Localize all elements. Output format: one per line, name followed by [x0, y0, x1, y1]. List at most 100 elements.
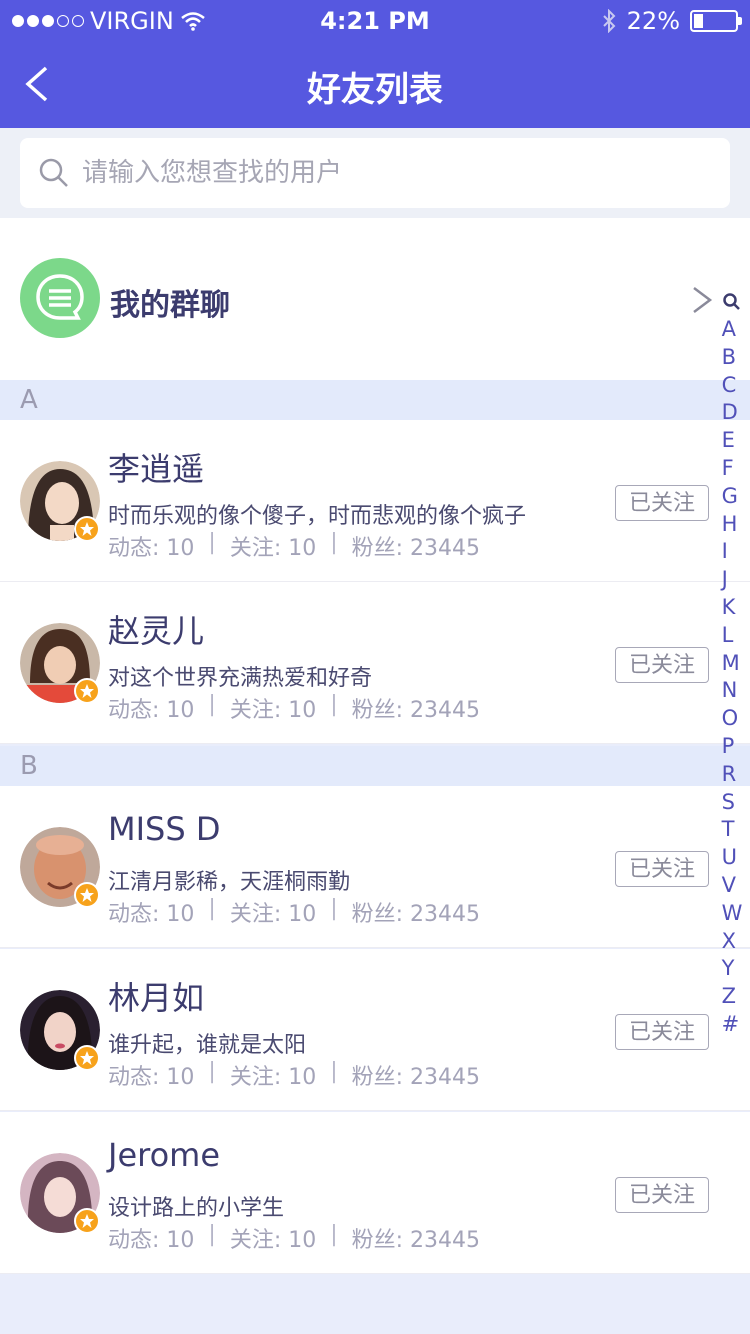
index-letter[interactable]: R: [722, 761, 743, 789]
index-letter[interactable]: E: [722, 427, 743, 455]
index-letter[interactable]: P: [722, 733, 743, 761]
search-index-icon[interactable]: [722, 292, 742, 312]
divider: |: [330, 1222, 338, 1247]
followed-button[interactable]: 已关注: [615, 485, 709, 521]
star-badge-icon: [74, 882, 100, 908]
index-letter[interactable]: L: [722, 622, 743, 650]
divider: |: [330, 530, 338, 555]
search-box[interactable]: [20, 138, 730, 208]
following-count: 关注: 10: [229, 1228, 317, 1253]
posts-count: 动态: 10: [108, 902, 195, 927]
section-header-b: B: [0, 746, 750, 786]
friend-bio: 谁升起，谁就是太阳: [108, 1033, 307, 1058]
group-chat-row[interactable]: 我的群聊: [0, 218, 750, 380]
divider: |: [330, 692, 338, 717]
followed-button[interactable]: 已关注: [615, 647, 709, 683]
followed-button[interactable]: 已关注: [615, 1014, 709, 1050]
friend-name: 李逍遥: [108, 450, 205, 488]
fans-count: 粉丝: 23445: [351, 1065, 481, 1090]
fans-count: 粉丝: 23445: [351, 1228, 481, 1253]
battery-percent: 22%: [626, 7, 680, 35]
index-letter[interactable]: Z: [722, 983, 743, 1011]
page-title: 好友列表: [307, 70, 443, 110]
divider: |: [208, 1222, 216, 1247]
group-chat-icon: [20, 258, 100, 338]
index-letter[interactable]: U: [722, 844, 743, 872]
index-letter-list: A B C D E F G H I J K L M N O P R S T U V W X Y Z #: [722, 316, 743, 1039]
status-bar: VIRGIN 4:21 PM 22%: [0, 0, 750, 40]
index-letter[interactable]: B: [722, 344, 743, 372]
star-badge-icon: [74, 1208, 100, 1234]
friend-name: Jerome: [108, 1136, 221, 1174]
posts-count: 动态: 10: [108, 1065, 195, 1090]
system-indicators: 22%: [601, 7, 742, 35]
fans-count: 粉丝: 23445: [351, 902, 481, 927]
index-letter[interactable]: F: [722, 455, 743, 483]
index-letter[interactable]: N: [722, 677, 743, 705]
following-count: 关注: 10: [229, 902, 317, 927]
divider: |: [208, 896, 216, 921]
alphabet-index[interactable]: A B C D E F G H I J K L M N O P R S T U V W X Y Z #: [718, 292, 746, 1039]
index-letter[interactable]: G: [722, 483, 743, 511]
divider: |: [208, 1059, 216, 1084]
index-letter[interactable]: D: [722, 399, 743, 427]
divider: |: [330, 896, 338, 921]
friend-row[interactable]: Jerome 设计路上的小学生 动态: 10 | 关注: 10 | 粉丝: 23…: [0, 1112, 750, 1274]
star-badge-icon: [74, 516, 100, 542]
fans-count: 粉丝: 23445: [351, 698, 481, 723]
index-letter[interactable]: I: [722, 538, 743, 566]
divider: |: [208, 530, 216, 555]
index-letter[interactable]: #: [722, 1011, 743, 1039]
index-letter[interactable]: X: [722, 928, 743, 956]
battery-icon: [690, 10, 742, 32]
index-letter[interactable]: A: [722, 316, 743, 344]
index-letter[interactable]: Y: [722, 955, 743, 983]
index-letter[interactable]: H: [722, 511, 743, 539]
friend-row[interactable]: 赵灵儿 对这个世界充满热爱和好奇 动态: 10 | 关注: 10 | 粉丝: 2…: [0, 582, 750, 744]
friend-stats: 动态: 10 | 关注: 10 | 粉丝: 23445: [108, 1222, 480, 1254]
friend-name: MISS D: [108, 810, 221, 848]
friend-stats: 动态: 10 | 关注: 10 | 粉丝: 23445: [108, 530, 480, 562]
posts-count: 动态: 10: [108, 698, 195, 723]
nav-bar: 好友列表: [0, 40, 750, 128]
followed-button[interactable]: 已关注: [615, 1177, 709, 1213]
fans-count: 粉丝: 23445: [351, 536, 481, 561]
bluetooth-icon: [602, 9, 616, 33]
posts-count: 动态: 10: [108, 536, 195, 561]
friend-row[interactable]: MISS D 江清月影稀，天涯桐雨勤 动态: 10 | 关注: 10 | 粉丝:…: [0, 786, 750, 948]
friend-bio: 对这个世界充满热爱和好奇: [108, 666, 373, 691]
group-chat-label: 我的群聊: [110, 288, 230, 323]
index-letter[interactable]: V: [722, 872, 743, 900]
friend-name: 赵灵儿: [108, 612, 205, 650]
search-bar-container: [0, 128, 750, 218]
star-badge-icon: [74, 678, 100, 704]
friend-name: 林月如: [108, 979, 205, 1017]
friend-stats: 动态: 10 | 关注: 10 | 粉丝: 23445: [108, 692, 480, 724]
index-letter[interactable]: C: [722, 372, 743, 400]
index-letter[interactable]: K: [722, 594, 743, 622]
index-letter[interactable]: J: [722, 566, 743, 594]
index-letter[interactable]: M: [722, 650, 743, 678]
friend-row[interactable]: 林月如 谁升起，谁就是太阳 动态: 10 | 关注: 10 | 粉丝: 2344…: [0, 949, 750, 1111]
divider: |: [330, 1059, 338, 1084]
following-count: 关注: 10: [229, 536, 317, 561]
friend-bio: 时而乐观的像个傻子，时而悲观的像个疯子: [108, 504, 527, 529]
star-badge-icon: [74, 1045, 100, 1071]
chat-bubble-icon: [36, 274, 84, 320]
followed-button[interactable]: 已关注: [615, 851, 709, 887]
following-count: 关注: 10: [229, 698, 317, 723]
index-letter[interactable]: T: [722, 816, 743, 844]
section-header-a: A: [0, 380, 750, 420]
friend-row[interactable]: 李逍遥 时而乐观的像个傻子，时而悲观的像个疯子 动态: 10 | 关注: 10 …: [0, 420, 750, 582]
index-letter[interactable]: W: [722, 900, 743, 928]
posts-count: 动态: 10: [108, 1228, 195, 1253]
index-letter[interactable]: O: [722, 705, 743, 733]
friend-bio: 设计路上的小学生: [108, 1196, 285, 1221]
following-count: 关注: 10: [229, 1065, 317, 1090]
index-letter[interactable]: S: [722, 789, 743, 817]
friend-stats: 动态: 10 | 关注: 10 | 粉丝: 23445: [108, 1059, 480, 1091]
chevron-right-icon: [693, 287, 713, 313]
search-icon: [39, 158, 68, 187]
friend-bio: 江清月影稀，天涯桐雨勤: [108, 870, 351, 895]
search-input[interactable]: [82, 158, 682, 188]
